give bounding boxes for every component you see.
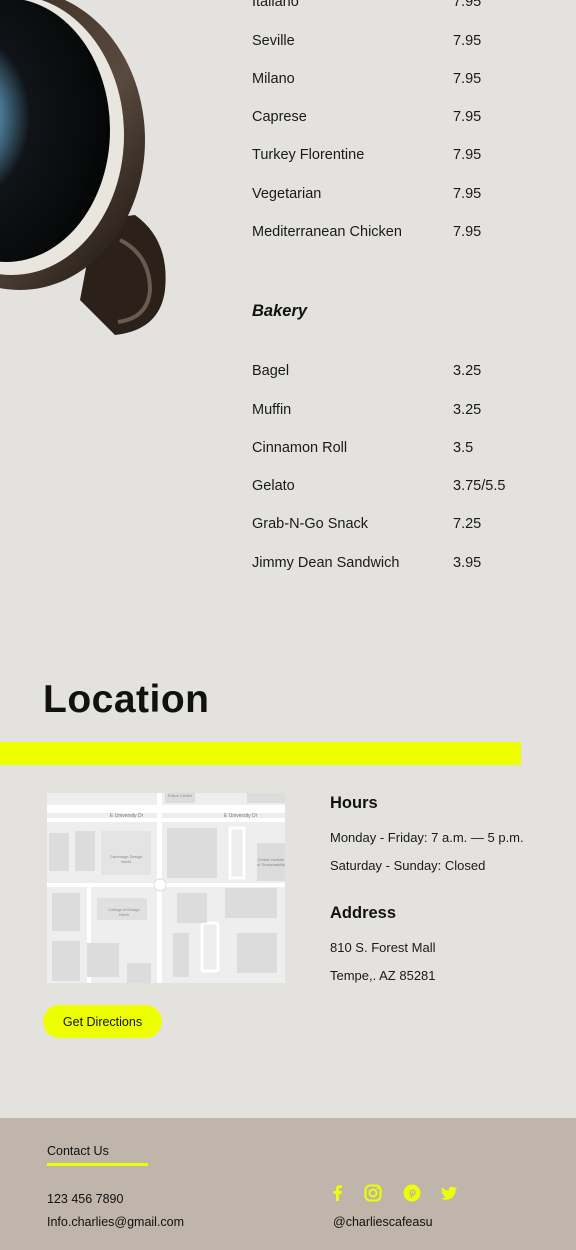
menu-item: Jimmy Dean Sandwich 3.95: [252, 555, 552, 579]
get-directions-label: Get Directions: [62, 1014, 143, 1029]
coffee-cup-image: [0, 0, 180, 345]
menu-item-name: Cinnamon Roll: [252, 440, 348, 456]
menu-item: Milano 7.95: [252, 71, 552, 95]
map-street-label: E University Dr: [224, 813, 258, 819]
menu-item-name: Caprese: [252, 109, 307, 125]
hours-weekend: Saturday - Sunday: Closed: [330, 858, 486, 873]
menu-item-name: Turkey Florentine: [252, 147, 365, 163]
menu-item-price: 3.25: [453, 363, 482, 379]
menu-item-price: 7.95: [453, 186, 482, 202]
menu-item-price: 7.95: [453, 71, 482, 87]
accent-bar: [0, 742, 521, 765]
menu-item: Gelato 3.75/5.5: [252, 478, 552, 502]
menu-item: Seville 7.95: [252, 33, 552, 57]
menu-item-price: 3.5: [453, 440, 474, 456]
contact-email[interactable]: Info.charlies@gmail.com: [47, 1215, 184, 1229]
menu-item-name: Bagel: [252, 363, 290, 379]
menu-item: Bagel 3.25: [252, 363, 552, 387]
location-heading: Location: [43, 678, 210, 721]
menu-item-name: Seville: [252, 33, 295, 49]
menu-item: Muffin 3.25: [252, 402, 552, 426]
menu-item: Mediterranean Chicken 7.95: [252, 224, 552, 248]
bakery-heading: Bakery: [252, 302, 308, 320]
menu-item-name: Jimmy Dean Sandwich: [252, 555, 400, 571]
menu-item-name: Vegetarian: [252, 186, 322, 202]
address-line2: Tempe,. AZ 85281: [330, 968, 436, 983]
hours-weekday: Monday - Friday: 7 a.m. — 5 p.m.: [330, 830, 524, 845]
menu-item: Turkey Florentine 7.95: [252, 147, 552, 171]
menu-item: Italiano 7.95: [252, 0, 552, 18]
menu-item-price: 7.95: [453, 147, 482, 163]
menu-item-price: 7.95: [453, 224, 482, 240]
menu-item-name: Gelato: [252, 478, 295, 494]
pinterest-icon[interactable]: [402, 1183, 422, 1203]
footer: [0, 1118, 576, 1250]
menu-item-name: Milano: [252, 71, 295, 87]
get-directions-button[interactable]: Get Directions: [43, 1005, 162, 1038]
address-heading: Address: [330, 904, 397, 922]
menu-item-price: 7.95: [453, 0, 482, 10]
contact-phone[interactable]: 123 456 7890: [47, 1192, 123, 1206]
map-building-label: College of Design North: [108, 907, 140, 917]
location-map[interactable]: E University Dr E University Dr Gammage …: [47, 793, 285, 983]
hours-heading: Hours: [330, 794, 378, 812]
social-handle[interactable]: @charliescafeasu: [333, 1215, 433, 1229]
map-street-label: E University Dr: [110, 813, 144, 819]
menu-item-name: Italiano: [252, 0, 299, 10]
instagram-icon[interactable]: [363, 1183, 383, 1203]
twitter-icon[interactable]: [439, 1183, 459, 1203]
contact-underline: [47, 1163, 148, 1166]
facebook-icon[interactable]: [328, 1183, 348, 1203]
menu-item-price: 7.95: [453, 109, 482, 125]
menu-item-price: 3.25: [453, 402, 482, 418]
menu-item: Grab-N-Go Snack 7.25: [252, 516, 552, 540]
menu-item: Cinnamon Roll 3.5: [252, 440, 552, 464]
menu-item-name: Mediterranean Chicken: [252, 224, 402, 240]
menu-item-price: 7.95: [453, 33, 482, 49]
menu-item: Caprese 7.95: [252, 109, 552, 133]
menu-item-price: 3.95: [453, 555, 482, 571]
map-building-label: Fulton Center: [167, 793, 193, 798]
menu-item-price: 3.75/5.5: [453, 478, 506, 494]
address-line1: 810 S. Forest Mall: [330, 940, 436, 955]
menu-item-name: Grab-N-Go Snack: [252, 516, 369, 532]
map-building-label: Gammage Design North: [109, 854, 143, 864]
contact-heading: Contact Us: [47, 1144, 109, 1158]
map-building-label: Global Institute of Sustainability: [257, 857, 285, 867]
menu-item-name: Muffin: [252, 402, 292, 418]
map-graphic: [47, 793, 285, 983]
menu-item-price: 7.25: [453, 516, 482, 532]
menu-item: Vegetarian 7.95: [252, 186, 552, 210]
